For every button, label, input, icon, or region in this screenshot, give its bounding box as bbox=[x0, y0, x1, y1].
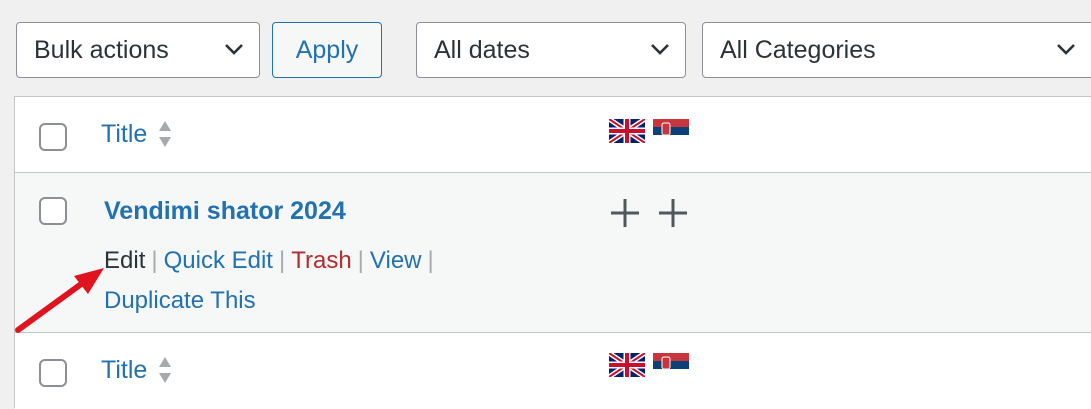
uk-flag-icon[interactable] bbox=[609, 119, 645, 143]
table-footer-row: Title bbox=[15, 333, 1091, 409]
title-column-label: Title bbox=[101, 119, 148, 148]
separator: | bbox=[278, 247, 286, 274]
serbia-flag-icon[interactable] bbox=[653, 353, 689, 377]
date-filter-label: All dates bbox=[434, 35, 530, 64]
sort-arrows-icon bbox=[159, 357, 172, 383]
chevron-down-icon bbox=[225, 44, 243, 55]
table-header-row: Title bbox=[15, 97, 1091, 173]
bulk-actions-label: Bulk actions bbox=[34, 35, 169, 64]
post-title-link[interactable]: Vendimi shator 2024 bbox=[104, 197, 346, 226]
duplicate-link[interactable]: Duplicate This bbox=[104, 287, 256, 314]
category-filter-select[interactable]: All Categories bbox=[702, 22, 1091, 78]
category-filter-label: All Categories bbox=[720, 35, 876, 64]
chevron-down-icon bbox=[1057, 44, 1075, 55]
serbia-flag-icon[interactable] bbox=[653, 119, 689, 143]
separator: | bbox=[427, 247, 434, 274]
view-link[interactable]: View bbox=[370, 247, 422, 274]
translation-add-buttons bbox=[609, 197, 689, 229]
separator: | bbox=[357, 247, 364, 274]
date-filter-select[interactable]: All dates bbox=[416, 22, 686, 78]
add-translation-icon[interactable] bbox=[609, 197, 641, 229]
row-checkbox[interactable] bbox=[39, 197, 67, 225]
title-column-header[interactable]: Title bbox=[101, 119, 173, 149]
select-all-checkbox[interactable] bbox=[39, 359, 67, 387]
table-row: Vendimi shator 2024 Edit | Quick Edit | Tras… bbox=[15, 173, 1091, 333]
bulk-actions-select[interactable]: Bulk actions bbox=[16, 22, 260, 78]
quick-edit-link[interactable]: Quick Edit bbox=[164, 247, 273, 274]
chevron-down-icon bbox=[651, 44, 669, 55]
edit-link[interactable]: Edit bbox=[104, 247, 145, 274]
title-column-label: Title bbox=[101, 355, 148, 384]
posts-table: Title Vendimi shator 2024 Edit | Quick E… bbox=[14, 96, 1091, 409]
separator: | bbox=[151, 247, 158, 274]
title-column-footer[interactable]: Title bbox=[101, 355, 173, 385]
select-all-checkbox[interactable] bbox=[39, 123, 67, 151]
language-columns bbox=[609, 119, 689, 143]
uk-flag-icon[interactable] bbox=[609, 353, 645, 377]
language-columns bbox=[609, 353, 689, 377]
row-actions: Edit | Quick Edit | Trash | View | Duplicate Th… bbox=[104, 241, 440, 321]
sort-arrows-icon bbox=[159, 121, 172, 147]
trash-link[interactable]: Trash bbox=[291, 247, 351, 274]
apply-button[interactable]: Apply bbox=[272, 22, 382, 78]
add-translation-icon[interactable] bbox=[657, 197, 689, 229]
tablenav-top: Bulk actions Apply All dates All Categor… bbox=[0, 0, 1091, 96]
